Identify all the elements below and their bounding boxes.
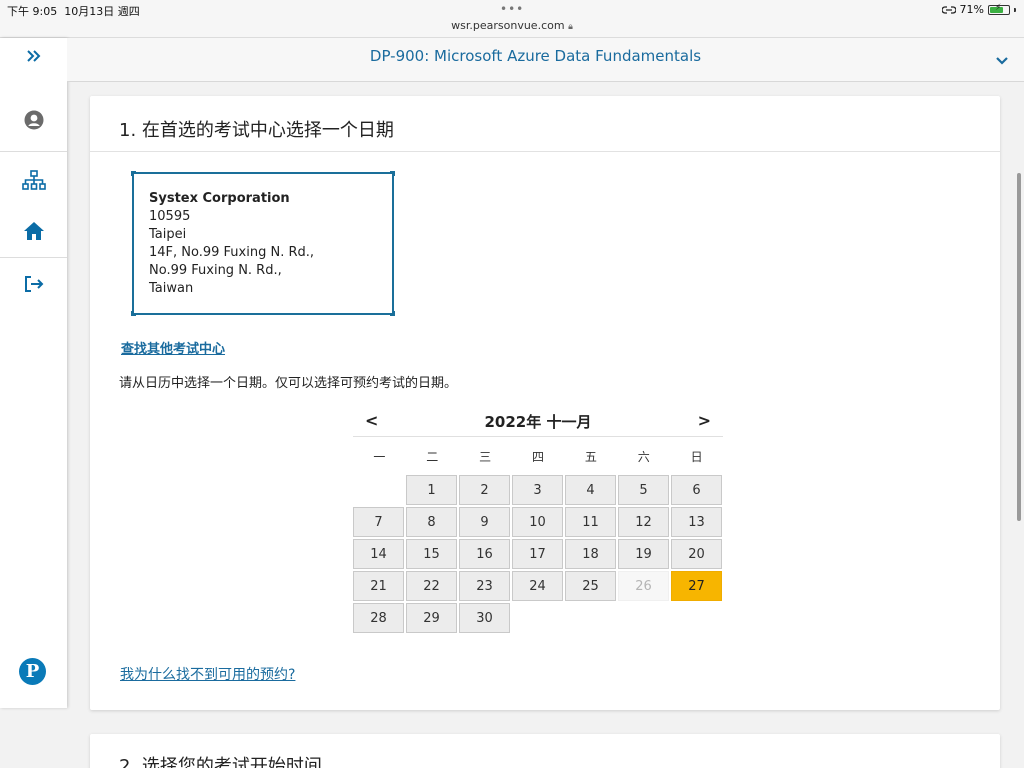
calendar-day[interactable]: 18 xyxy=(565,539,616,569)
calendar-header: < 2022年 十一月 > xyxy=(353,406,723,437)
calendar-day[interactable]: 6 xyxy=(671,475,722,505)
test-center-country: Taiwan xyxy=(149,281,194,296)
multitask-dots[interactable]: ••• xyxy=(500,3,524,15)
sidebar-item-home[interactable] xyxy=(0,211,67,251)
exam-header: DP-900: Microsoft Azure Data Fundamental… xyxy=(67,38,1024,82)
calendar-day[interactable]: 25 xyxy=(565,571,616,601)
calendar-day[interactable]: 23 xyxy=(459,571,510,601)
step1-card: 1. 在首选的考试中心选择一个日期 Systex Corporation 105… xyxy=(90,96,1000,710)
calendar-day[interactable]: 10 xyxy=(512,507,563,537)
calendar-day-selected[interactable]: 27 xyxy=(671,571,722,601)
calendar-day[interactable]: 30 xyxy=(459,603,510,633)
calendar-day[interactable]: 19 xyxy=(618,539,669,569)
step1-title: 1. 在首选的考试中心选择一个日期 xyxy=(90,96,1000,152)
step2-card: 2. 选择您的考试开始时间 xyxy=(90,734,1000,768)
url-text: wsr.pearsonvue.com xyxy=(451,19,565,32)
calendar-day[interactable]: 22 xyxy=(406,571,457,601)
weekday-label: 三 xyxy=(479,449,492,464)
calendar-day[interactable]: 4 xyxy=(565,475,616,505)
pearson-logo-letter: P xyxy=(25,661,40,682)
sidebar: P xyxy=(0,38,67,708)
chevrons-right-icon xyxy=(26,50,40,62)
calendar-day[interactable]: 14 xyxy=(353,539,404,569)
sidebar-item-sign-out[interactable] xyxy=(0,264,67,304)
home-icon xyxy=(23,222,44,240)
address-bar[interactable]: wsr.pearsonvue.com 🔒︎ xyxy=(0,19,1024,32)
chevron-down-icon xyxy=(996,57,1008,65)
calendar-day[interactable]: 3 xyxy=(512,475,563,505)
calendar-day[interactable]: 1 xyxy=(406,475,457,505)
why-no-appointments-link[interactable]: 我为什么找不到可用的预约? xyxy=(120,664,295,684)
calendar-day[interactable]: 8 xyxy=(406,507,457,537)
weekday-label: 一 xyxy=(373,449,386,464)
calendar-day[interactable]: 24 xyxy=(512,571,563,601)
sign-out-icon xyxy=(24,276,43,292)
calendar-day[interactable]: 9 xyxy=(459,507,510,537)
calendar-day[interactable]: 17 xyxy=(512,539,563,569)
lock-icon: 🔒︎ xyxy=(568,22,573,32)
header-expand-button[interactable] xyxy=(994,52,1010,68)
pearson-logo[interactable]: P xyxy=(19,658,46,685)
sitemap-icon xyxy=(21,170,46,190)
calendar-day[interactable]: 29 xyxy=(406,603,457,633)
user-icon xyxy=(24,110,43,130)
calendar-day[interactable]: 11 xyxy=(565,507,616,537)
calendar-day: 26 xyxy=(618,571,669,601)
exam-title: DP-900: Microsoft Azure Data Fundamental… xyxy=(369,47,702,65)
calendar-day[interactable]: 2 xyxy=(459,475,510,505)
weekday-label: 五 xyxy=(584,449,597,464)
weekday-label: 六 xyxy=(637,449,650,464)
status-right: 71% ⚡︎ xyxy=(941,3,1016,16)
calendar-day[interactable]: 21 xyxy=(353,571,404,601)
sidebar-item-sitemap[interactable] xyxy=(0,160,67,200)
sidebar-expand-button[interactable] xyxy=(0,36,67,76)
test-center-address1: 14F, No.99 Fuxing N. Rd., xyxy=(149,245,315,260)
battery-percent: 71% xyxy=(959,3,984,16)
link-icon xyxy=(941,5,956,14)
sidebar-item-profile[interactable] xyxy=(0,100,67,140)
calendar-days: 1 2 3 4 5 6 7 8 9 10 11 12 13 14 15 16 17 18 19 20 21 22 23 24 2… xyxy=(353,475,723,637)
test-center-card[interactable]: Systex Corporation 10595 Taipei 14F, No.… xyxy=(131,171,395,316)
test-center-city: Taipei xyxy=(149,227,187,242)
page-scrollbar[interactable] xyxy=(1017,173,1021,521)
weekday-header: 一二三四五六日 xyxy=(353,437,723,475)
test-center-postal: 10595 xyxy=(149,209,191,224)
calendar-day[interactable]: 5 xyxy=(618,475,669,505)
calendar-day[interactable]: 15 xyxy=(406,539,457,569)
calendar-day[interactable]: 13 xyxy=(671,507,722,537)
next-month-button[interactable]: > xyxy=(698,411,711,430)
calendar-day[interactable]: 16 xyxy=(459,539,510,569)
calendar-day[interactable]: 28 xyxy=(353,603,404,633)
test-center-name: Systex Corporation xyxy=(149,191,290,206)
status-time: 下午 9:05 10月13日 週四 xyxy=(7,5,140,18)
test-center-address2: No.99 Fuxing N. Rd., xyxy=(149,263,282,278)
calendar-day[interactable]: 20 xyxy=(671,539,722,569)
calendar-day[interactable]: 12 xyxy=(618,507,669,537)
weekday-label: 日 xyxy=(690,449,703,464)
weekday-label: 四 xyxy=(532,449,545,464)
calendar-month-title: 2022年 十一月 xyxy=(484,413,592,431)
weekday-label: 二 xyxy=(426,449,439,464)
find-other-center-link[interactable]: 查找其他考试中心 xyxy=(121,338,225,357)
date-picker: < 2022年 十一月 > 一二三四五六日 1 2 3 4 5 6 7 8 9 10 11 12 13 1… xyxy=(353,406,723,637)
step2-title: 2. 选择您的考试开始时间 xyxy=(119,756,322,768)
calendar-day[interactable]: 7 xyxy=(353,507,404,537)
status-bar: 下午 9:05 10月13日 週四 ••• wsr.pearsonvue.com… xyxy=(0,0,1024,38)
battery-icon: ⚡︎ xyxy=(988,3,1010,15)
calendar-instruction: 请从日历中选择一个日期。仅可以选择可预约考试的日期。 xyxy=(119,376,458,391)
